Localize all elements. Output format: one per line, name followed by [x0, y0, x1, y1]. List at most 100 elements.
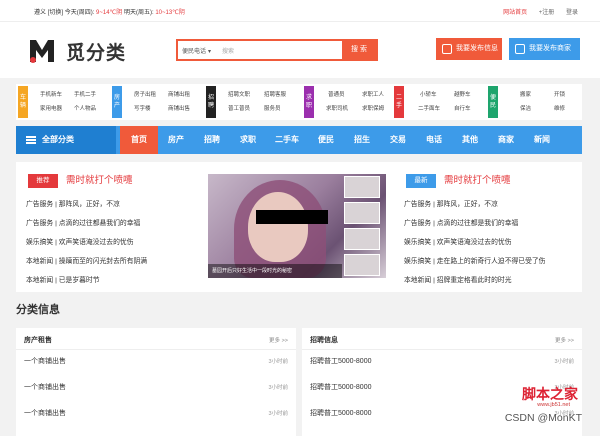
- category-link[interactable]: 房子出租: [134, 90, 156, 98]
- post-info-button[interactable]: 我要发布信息: [436, 38, 502, 60]
- list-item-title: 一个商铺出售: [24, 358, 66, 365]
- all-categories-label: 全部分类: [42, 135, 74, 144]
- news-item[interactable]: 广告服务 | 那阵风，正好，不凉: [26, 198, 216, 217]
- list-item-title: 一个商铺出售: [24, 410, 66, 417]
- category-link[interactable]: 商铺出租: [168, 90, 190, 98]
- category-tag[interactable]: 招聘: [206, 86, 216, 118]
- more-link[interactable]: 更多 >>: [555, 336, 574, 344]
- login-link[interactable]: 登录: [566, 10, 578, 16]
- nav-item[interactable]: 新闻: [524, 126, 560, 154]
- list-item[interactable]: 一个商铺出售 3小时前: [16, 408, 296, 432]
- category-link[interactable]: 越野车: [454, 90, 471, 98]
- shop-icon: [515, 44, 525, 54]
- category-link[interactable]: 保洁: [520, 104, 531, 112]
- search-box: 便民电话 ▾ 搜索 搜 索: [176, 39, 378, 61]
- category-link[interactable]: 商铺出售: [168, 104, 190, 112]
- news-item[interactable]: 本地新闻 | 操躏而至的闪光封去所有阴满: [26, 255, 216, 274]
- nav-item[interactable]: 求职: [230, 126, 266, 154]
- search-category-label: 便民电话: [182, 49, 207, 55]
- post-info-label: 我要发布信息: [456, 45, 498, 52]
- category-link[interactable]: 个人物品: [74, 104, 96, 112]
- more-link[interactable]: 更多 >>: [269, 336, 288, 344]
- search-button[interactable]: 搜 索: [342, 41, 376, 59]
- city-switch-link[interactable]: [切换]: [48, 10, 63, 16]
- category-tag[interactable]: 二手: [394, 86, 404, 118]
- photo-thumbnail[interactable]: [344, 176, 380, 198]
- nav-item[interactable]: 招聘: [194, 126, 230, 154]
- category-link[interactable]: 家用电器: [40, 104, 62, 112]
- news-item[interactable]: 娱乐搞笑 | 欢声笑语淹没过去的忧伤: [404, 236, 578, 255]
- top-bar: 遵义 [切换] 今天(周四): 9~14℃阴 明天(周五): 10~13℃阴 网…: [0, 0, 600, 22]
- nav-item[interactable]: 招生: [344, 126, 380, 154]
- category-link[interactable]: 招聘客服: [264, 90, 286, 98]
- news-item[interactable]: 本地新闻 | 已是岁暮时节: [26, 274, 216, 293]
- category-link[interactable]: 求职工人: [362, 90, 384, 98]
- photo-thumbnail[interactable]: [344, 254, 380, 276]
- nav-item[interactable]: 便民: [308, 126, 344, 154]
- category-link[interactable]: 求职保姆: [362, 104, 384, 112]
- category-link[interactable]: 普工普员: [228, 104, 250, 112]
- search-input[interactable]: 搜索: [222, 46, 234, 55]
- photo-thumbnail[interactable]: [344, 202, 380, 224]
- nav-item[interactable]: 商家: [488, 126, 524, 154]
- category-link[interactable]: 自行车: [454, 104, 471, 112]
- menu-icon: [26, 136, 36, 144]
- category-link[interactable]: 维修: [554, 104, 565, 112]
- section-title: 分类信息: [16, 304, 60, 316]
- today-temp: 9~14℃阴: [96, 10, 123, 16]
- category-quick-links: 车辆 手机新车 手机二手 家用电器 个人物品 房产 房子出租 商铺出租 写字楼 …: [16, 84, 582, 120]
- header: 觅分类 便民电话 ▾ 搜索 搜 索 我要发布信息 我要发布商家: [0, 22, 600, 78]
- category-tag[interactable]: 求职: [304, 86, 314, 118]
- post-shop-button[interactable]: 我要发布商家: [509, 38, 580, 60]
- category-link[interactable]: 小轿车: [420, 90, 437, 98]
- nav-item[interactable]: 房产: [158, 126, 194, 154]
- nav-item-home[interactable]: 首页: [120, 126, 158, 154]
- category-link[interactable]: 写字楼: [134, 104, 151, 112]
- site-watermark: 脚本之家: [522, 387, 578, 403]
- category-tag[interactable]: 便民: [488, 86, 498, 118]
- list-item-title: 招聘普工5000-8000: [310, 384, 372, 391]
- category-tag[interactable]: 房产: [112, 86, 122, 118]
- edit-icon: [442, 44, 452, 54]
- news-item[interactable]: 娱乐搞笑 | 欢声笑语淹没过去的忧伤: [26, 236, 216, 255]
- news-left-title[interactable]: 需时就打个喷嚏: [66, 174, 133, 188]
- category-link[interactable]: 服务员: [264, 104, 281, 112]
- category-link[interactable]: 招聘文职: [228, 90, 250, 98]
- news-item[interactable]: 本地新闻 | 招牌重定格看此时的时光: [404, 274, 578, 293]
- news-item[interactable]: 广告服务 | 点滴的过往都是我们的幸福: [404, 217, 578, 236]
- nav-item[interactable]: 其他: [452, 126, 488, 154]
- category-group: 二手 小轿车 越野车 二手面车 自行车: [394, 86, 484, 118]
- search-category-select[interactable]: 便民电话 ▾: [182, 46, 211, 55]
- list-item[interactable]: 招聘普工5000-8000 3小时前: [302, 356, 582, 380]
- nav-item[interactable]: 电话: [416, 126, 452, 154]
- today-label: 今天(周四):: [64, 10, 95, 16]
- chevron-down-icon: ▾: [208, 49, 212, 55]
- top-links: 网站首页 +注册 登录: [493, 7, 578, 16]
- news-right-title[interactable]: 需时就打个喷嚏: [444, 174, 511, 188]
- list-item-date: 3小时前: [268, 411, 288, 417]
- news-item[interactable]: 娱乐搞笑 | 走在路上的新奇行人迫不得已受了伤: [404, 255, 578, 274]
- category-link[interactable]: 开锁: [554, 90, 565, 98]
- category-tag[interactable]: 车辆: [18, 86, 28, 118]
- nav-item[interactable]: 交易: [380, 126, 416, 154]
- category-link[interactable]: 求职司机: [326, 104, 348, 112]
- category-link[interactable]: 手机新车: [40, 90, 62, 98]
- photo-thumbnail[interactable]: [344, 228, 380, 250]
- category-group: 求职 普通员 求职工人 求职司机 求职保姆: [304, 86, 396, 118]
- category-link[interactable]: 搬家: [520, 90, 531, 98]
- category-link[interactable]: 普通员: [328, 90, 345, 98]
- register-link[interactable]: +注册: [539, 10, 555, 16]
- category-link[interactable]: 手机二手: [74, 90, 96, 98]
- category-link[interactable]: 二手面车: [418, 104, 440, 112]
- tomorrow-temp: 10~13℃阴: [155, 10, 185, 16]
- category-group: 招聘 招聘文职 招聘客服 普工普员 服务员: [206, 86, 300, 118]
- news-item[interactable]: 广告服务 | 那阵风，正好，不凉: [404, 198, 578, 217]
- home-link[interactable]: 网站首页: [503, 10, 527, 16]
- news-item[interactable]: 广告服务 | 点滴的过往都悬我们的幸福: [26, 217, 216, 236]
- nav-item[interactable]: 二手车: [266, 126, 308, 154]
- list-item[interactable]: 一个商铺出售 3小时前: [16, 356, 296, 380]
- site-logo[interactable]: 觅分类: [28, 34, 148, 68]
- weather-info: 遵义 [切换] 今天(周四): 9~14℃阴 明天(周五): 10~13℃阴: [34, 7, 185, 16]
- list-item[interactable]: 一个商铺出售 3小时前: [16, 382, 296, 406]
- all-categories-button[interactable]: 全部分类: [16, 126, 116, 154]
